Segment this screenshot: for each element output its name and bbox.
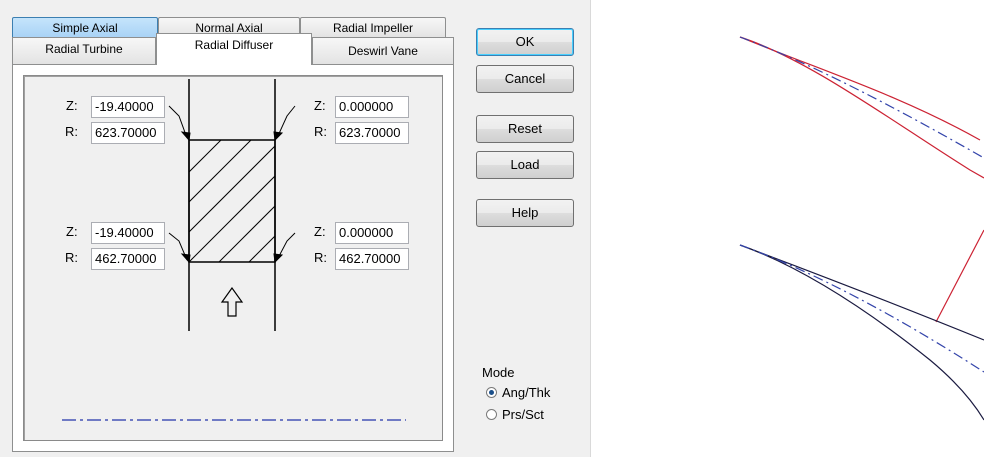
flow-direction-icon bbox=[220, 286, 244, 317]
mode-option-label: Prs/Sct bbox=[502, 407, 544, 422]
load-button[interactable]: Load bbox=[476, 151, 574, 179]
geometry-view: Z: -19.40000 R: 623.70000 Z: 0.000000 R:… bbox=[23, 75, 443, 441]
top-left-z-field[interactable]: -19.40000 bbox=[91, 96, 165, 118]
mode-label: Mode bbox=[482, 365, 515, 380]
ok-button[interactable]: OK bbox=[476, 28, 574, 56]
lower-blade-camber-line bbox=[739, 244, 984, 373]
mode-group: Mode Ang/Thk Prs/Sct bbox=[474, 365, 574, 445]
cancel-button[interactable]: Cancel bbox=[476, 65, 574, 93]
top-right-r-field[interactable]: 623.70000 bbox=[335, 122, 409, 144]
tab-deswirl-vane[interactable]: Deswirl Vane bbox=[312, 37, 454, 64]
hatch-lines bbox=[189, 140, 275, 262]
radial-diffuser-dialog: Simple Axial Normal Axial Radial Impelle… bbox=[0, 0, 591, 457]
bottom-right-r-field[interactable]: 462.70000 bbox=[335, 248, 409, 270]
bottom-left-z-label: Z: bbox=[66, 224, 78, 239]
reset-button[interactable]: Reset bbox=[476, 115, 574, 143]
help-button[interactable]: Help bbox=[476, 199, 574, 227]
lower-blade-pressure-side bbox=[739, 244, 984, 341]
bottom-right-z-label: Z: bbox=[314, 224, 326, 239]
tab-radial-diffuser[interactable]: Radial Diffuser bbox=[156, 33, 312, 65]
bottom-right-z-field[interactable]: 0.000000 bbox=[335, 222, 409, 244]
bottom-left-r-label: R: bbox=[65, 250, 78, 265]
throat-line bbox=[935, 229, 984, 323]
tab-panel: Z: -19.40000 R: 623.70000 Z: 0.000000 R:… bbox=[12, 64, 454, 452]
leader-arrows bbox=[168, 105, 296, 264]
upper-blade-camber-line bbox=[739, 36, 984, 159]
top-right-z-field[interactable]: 0.000000 bbox=[335, 96, 409, 118]
top-right-z-label: Z: bbox=[314, 98, 326, 113]
top-left-r-label: R: bbox=[65, 124, 78, 139]
tab-radial-impeller[interactable]: Radial Impeller bbox=[300, 17, 446, 37]
tab-radial-turbine[interactable]: Radial Turbine bbox=[12, 37, 156, 64]
bottom-left-z-field[interactable]: -19.40000 bbox=[91, 222, 165, 244]
blade-profile-preview bbox=[739, 36, 984, 421]
mode-radio-prs-sct[interactable]: Prs/Sct bbox=[486, 407, 544, 422]
bottom-right-r-label: R: bbox=[314, 250, 327, 265]
top-left-r-field[interactable]: 623.70000 bbox=[91, 122, 165, 144]
tab-simple-axial[interactable]: Simple Axial bbox=[12, 17, 158, 37]
upper-blade-pressure-side bbox=[739, 36, 981, 141]
mode-radio-ang-thk[interactable]: Ang/Thk bbox=[486, 385, 550, 400]
mode-option-label: Ang/Thk bbox=[502, 385, 551, 400]
bottom-left-r-field[interactable]: 462.70000 bbox=[91, 248, 165, 270]
top-left-z-label: Z: bbox=[66, 98, 78, 113]
radio-unselected-icon bbox=[486, 409, 497, 420]
upper-blade-suction-side bbox=[739, 36, 984, 179]
radio-selected-icon bbox=[486, 387, 497, 398]
lower-blade-suction-side bbox=[739, 244, 984, 421]
top-right-r-label: R: bbox=[314, 124, 327, 139]
